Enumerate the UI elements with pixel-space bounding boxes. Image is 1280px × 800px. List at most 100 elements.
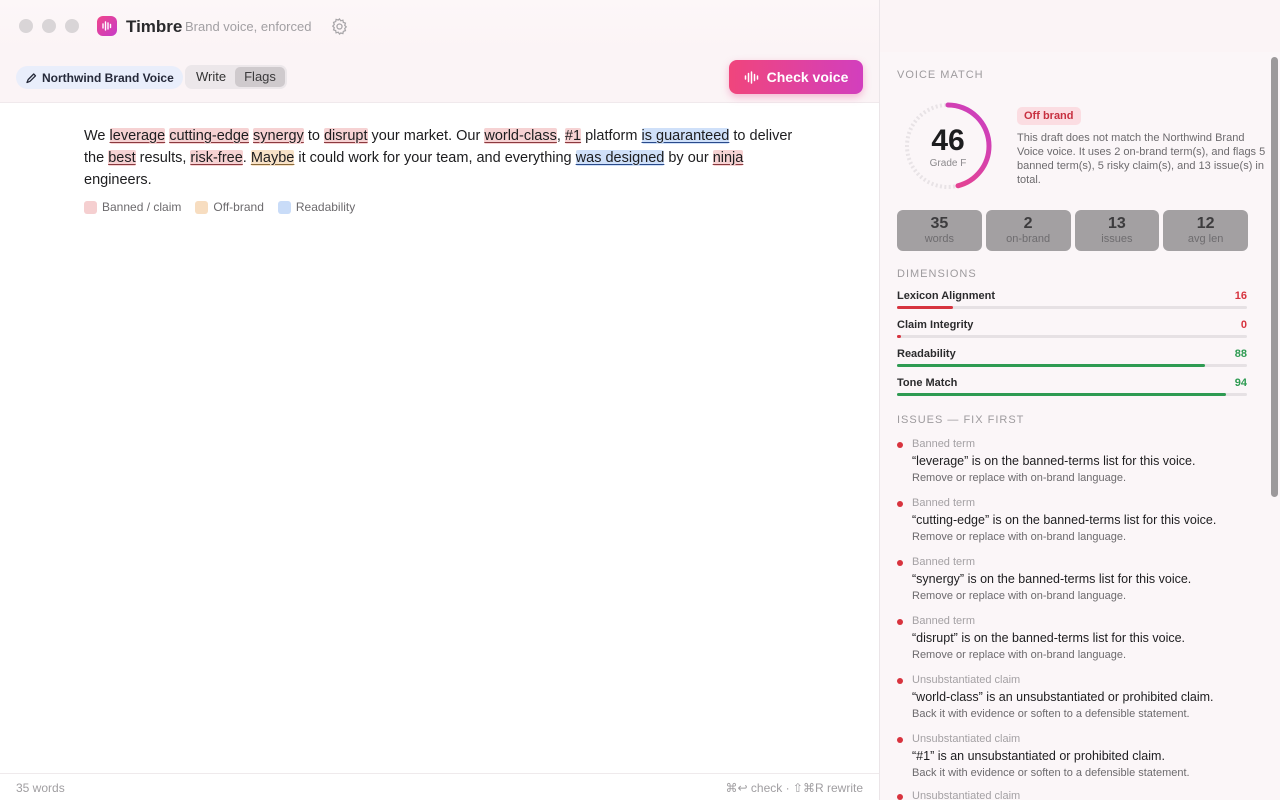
view-mode-toggle: Write Flags: [185, 65, 287, 89]
editor-toolbar: Northwind Brand Voice Write Flags Check …: [0, 52, 879, 103]
issue-title: “disrupt” is on the banned-terms list fo…: [912, 631, 1186, 645]
legend-item-readability: Readability: [277, 200, 356, 214]
severity-dot: [897, 619, 903, 625]
flagged-phrase[interactable]: best: [108, 150, 136, 166]
app-logo-icon: [97, 16, 117, 36]
dimensions-heading: DIMENSIONS: [897, 268, 977, 280]
severity-dot: [897, 501, 903, 507]
dimension-lexicon-alignment: Lexicon Alignment 16: [897, 290, 1247, 309]
flagged-phrase[interactable]: is guaranteed: [641, 128, 730, 144]
score-grade: Grade F: [929, 158, 967, 169]
dimension-value: 88: [1234, 348, 1247, 360]
editor-pane: Timbre Brand voice, enforced Northwind B…: [0, 0, 879, 800]
issue-type: Banned term: [912, 438, 975, 450]
tab-write[interactable]: Write: [187, 67, 235, 87]
flagged-phrase[interactable]: world-class: [484, 128, 557, 144]
issues-heading: ISSUES — FIX FIRST: [897, 414, 1025, 426]
severity-dot: [897, 442, 903, 448]
text-run: to: [303, 128, 324, 144]
text-run: by our: [664, 150, 713, 166]
stat-avg-len: 12 avg len: [1163, 210, 1248, 251]
stat-label: words: [924, 233, 955, 245]
dimension-value: 0: [1240, 319, 1247, 331]
legend-item-off-brand: Off-brand: [195, 200, 264, 214]
tab-flags[interactable]: Flags: [235, 67, 285, 87]
dimension-name: Lexicon Alignment: [897, 290, 995, 302]
highlight-legend: Banned / claim Off-brand Readability: [84, 200, 355, 214]
dimension-claim-integrity: Claim Integrity 0: [897, 319, 1247, 338]
text-run: engineers.: [84, 172, 152, 188]
close-window-button[interactable]: [19, 19, 33, 33]
legend-swatch: [277, 200, 291, 214]
legend-item-banned: Banned / claim: [84, 200, 181, 214]
severity-dot: [897, 560, 903, 566]
minimize-window-button[interactable]: [42, 19, 56, 33]
stats-row: 35 words 2 on-brand 13 issues 12 avg len: [897, 210, 1248, 251]
stat-number: 2: [1023, 215, 1033, 232]
dimension-readability: Readability 88: [897, 348, 1247, 367]
analysis-panel: VOICE MATCH 46 Grade F Off brand This dr…: [879, 0, 1280, 800]
flagged-phrase[interactable]: synergy: [253, 128, 304, 144]
flagged-phrase[interactable]: cutting-edge: [169, 128, 249, 144]
dimension-tone-match: Tone Match 94: [897, 377, 1247, 396]
issue-type: Banned term: [912, 497, 975, 509]
panel-title-area: [880, 0, 1280, 52]
text-run: results,: [135, 150, 191, 166]
document-text[interactable]: We leverage cutting-edge synergy to disr…: [84, 125, 814, 191]
dimension-value: 94: [1234, 377, 1247, 389]
issue-type: Unsubstantiated claim: [912, 790, 1021, 800]
flagged-phrase[interactable]: leverage: [109, 128, 166, 144]
legend-label: Readability: [295, 200, 356, 214]
zoom-window-button[interactable]: [65, 19, 79, 33]
check-voice-button[interactable]: Check voice: [729, 60, 863, 94]
severity-dot: [897, 737, 903, 743]
dimension-track: [897, 306, 1247, 309]
issue-title: “#1” is an unsubstantiated or prohibited…: [912, 749, 1165, 763]
flagged-phrase[interactable]: disrupt: [323, 128, 368, 144]
issue-hint: Remove or replace with on-brand language…: [912, 590, 1127, 602]
stat-number: 35: [930, 215, 949, 232]
flagged-phrase[interactable]: #1: [564, 128, 582, 144]
text-run: it could work for your team, and everyth…: [294, 150, 576, 166]
stat-number: 13: [1107, 215, 1126, 232]
issue-hint: Back it with evidence or soften to a def…: [912, 767, 1190, 779]
issue-type: Banned term: [912, 556, 975, 568]
flagged-phrase[interactable]: was designed: [575, 150, 665, 166]
text-run: .: [242, 150, 251, 166]
check-voice-label: Check voice: [766, 69, 849, 85]
dimension-name: Claim Integrity: [897, 319, 974, 331]
dimension-bar: [897, 335, 902, 338]
scrollbar-thumb[interactable]: [1271, 57, 1278, 497]
text-run: ,: [556, 128, 565, 144]
issue-title: “synergy” is on the banned-terms list fo…: [912, 572, 1192, 586]
legend-swatch: [84, 200, 97, 214]
title-bar: Timbre Brand voice, enforced: [0, 0, 879, 52]
stat-label: avg len: [1187, 233, 1224, 245]
dimension-track: [897, 364, 1247, 367]
legend-label: Off-brand: [213, 200, 264, 214]
stat-label: issues: [1101, 233, 1133, 245]
dimension-value: 16: [1234, 290, 1247, 302]
stat-words: 35 words: [897, 210, 982, 251]
flagged-phrase[interactable]: risk-free: [190, 150, 243, 166]
status-bar: 35 words ⌘↩ check · ⇧⌘R rewrite: [0, 773, 879, 800]
stat-issues: 13 issues: [1074, 210, 1160, 251]
dimension-bar: [897, 364, 1205, 367]
voice-summary: This draft does not match the Northwind …: [1017, 132, 1266, 186]
issue-hint: Remove or replace with on-brand language…: [912, 531, 1127, 543]
legend-label: Banned / claim: [102, 200, 182, 214]
app-title: Timbre: [126, 17, 183, 36]
brand-voice-label: Northwind Brand Voice: [42, 70, 174, 85]
flagged-phrase[interactable]: ninja: [712, 150, 744, 166]
brand-voice-selector[interactable]: Northwind Brand Voice: [16, 66, 183, 89]
stat-label: on-brand: [1006, 233, 1051, 245]
issue-type: Unsubstantiated claim: [912, 733, 1021, 745]
issue-hint: Back it with evidence or soften to a def…: [912, 708, 1190, 720]
panel-scrollbar[interactable]: [1268, 52, 1280, 800]
text-run: platform: [581, 128, 642, 144]
flagged-phrase[interactable]: Maybe: [250, 150, 295, 166]
gear-icon[interactable]: [330, 17, 349, 36]
stat-number: 12: [1196, 215, 1215, 232]
severity-dot: [897, 794, 903, 800]
brush-icon: [26, 72, 37, 83]
